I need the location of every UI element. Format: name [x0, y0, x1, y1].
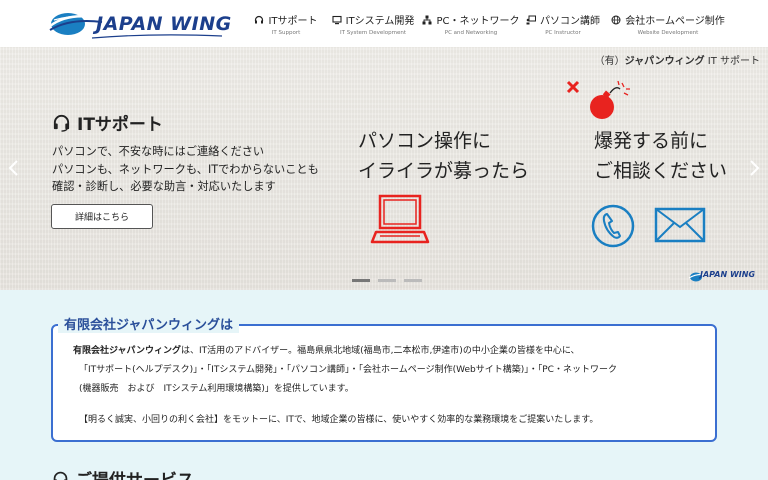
about-line: 【明るく誠実、小回りの利く会社】をモットーに、ITで、地域企業の皆様に、使いやす… [79, 415, 599, 425]
nav-sub: IT System Development [339, 30, 406, 36]
logo-text: JAPAN WING [96, 13, 232, 35]
headline-left: パソコン操作に イライラが募ったら [358, 126, 529, 186]
mini-logo-text: JAPAN WING [700, 270, 756, 279]
nav-item-it-support[interactable]: ITサポート IT Support [248, 12, 324, 42]
detail-button[interactable]: 詳細はこちら [51, 204, 153, 229]
headline-right: 爆発する前に ご相談ください [594, 126, 727, 186]
slider-dot[interactable] [378, 279, 396, 282]
headline-line: イライラが募ったら [358, 160, 530, 182]
laptop-icon [370, 194, 430, 244]
teacher-icon [526, 15, 536, 24]
site-header: JAPAN WING ITサポート IT Support ITシステム開発 IT… [0, 0, 768, 47]
desc-line: パソコンも、ネットワークも、ITでわからないことも [52, 162, 319, 176]
nav-sub: PC Instructor [545, 30, 581, 36]
services-heading: ご提供サービス [52, 466, 194, 480]
about-line: (機器販売 および ITシステム利用環境構築)」を提供しています。 [79, 384, 354, 394]
bomb-icon [566, 80, 630, 119]
slider-dot[interactable] [404, 279, 422, 282]
nav-item-pc-instructor[interactable]: パソコン講師 PC Instructor [520, 12, 606, 42]
about-line-rest: は、IT活用のアドバイザー。福島県県北地域(福島市,二本松市,伊達市)の中小企業… [181, 346, 580, 356]
nav-label: ITシステム開発 [345, 16, 415, 27]
globe-icon [611, 15, 621, 24]
headset-icon [53, 471, 68, 480]
about-line: 「ITサポート(ヘルプデスク)」・「ITシステム開発」・「パソコン講師」・「会社… [79, 365, 617, 375]
nav-sub: IT Support [271, 30, 301, 36]
logo-underline [92, 34, 222, 39]
nav-item-pc-network[interactable]: PC・ネットワーク PC and Networking [422, 12, 520, 42]
nav-item-it-system[interactable]: ITシステム開発 IT System Development [324, 12, 422, 42]
main-nav: ITサポート IT Support ITシステム開発 IT System Dev… [248, 12, 730, 42]
nav-sub: PC and Networking [444, 30, 498, 36]
breadcrumb-prefix: （有） [594, 56, 625, 67]
envelope-icon [654, 207, 706, 243]
network-icon [422, 15, 432, 24]
headline-line: 爆発する前に [594, 130, 709, 152]
about-line: 有限会社ジャパンウィングは、IT活用のアドバイザー。福島県県北地域(福島市,二本… [73, 342, 580, 361]
slider-prev-arrow[interactable] [6, 159, 20, 177]
nav-label: 会社ホームページ制作 [625, 16, 725, 27]
nav-item-website[interactable]: 会社ホームページ制作 Website Development [606, 12, 730, 42]
slide-title: ITサポート [52, 110, 163, 135]
site-logo[interactable]: JAPAN WING [44, 6, 231, 40]
headline-line: ご相談ください [594, 160, 728, 182]
nav-label: PC・ネットワーク [436, 16, 520, 27]
nav-label: パソコン講師 [540, 16, 600, 27]
services-title: ご提供サービス [75, 466, 194, 480]
hero-slider: （有）ジャパンウィング IT サポート ITサポート パソコンで、不安な時にはご… [0, 47, 768, 290]
monitor-icon [332, 15, 342, 24]
headline-line: パソコン操作に [358, 130, 492, 152]
slider-dot[interactable] [352, 279, 370, 282]
slider-next-arrow[interactable] [748, 159, 762, 177]
headset-icon [255, 15, 264, 23]
breadcrumb: （有）ジャパンウィング IT サポート [595, 52, 760, 67]
desc-line: 確認・診断し、必要な助言・対応いたします [52, 180, 276, 193]
about-bold-lead: 有限会社ジャパンウィング [73, 346, 182, 356]
phone-icon [591, 204, 635, 248]
headset-icon [53, 114, 70, 132]
about-title: 有限会社ジャパンウィングは [58, 314, 240, 333]
nav-sub: Website Development [637, 30, 699, 36]
slide-description: パソコンで、不安な時にはご連絡ください パソコンも、ネットワークも、ITでわから… [52, 143, 319, 196]
about-section: 有限会社ジャパンウィングは 有限会社ジャパンウィングは、IT活用のアドバイザー。… [0, 290, 768, 480]
breadcrumb-company[interactable]: ジャパンウィング [625, 56, 705, 67]
slide-title-text: ITサポート [77, 115, 163, 135]
breadcrumb-current: IT サポート [704, 56, 760, 67]
desc-line: パソコンで、不安な時にはご連絡ください [52, 145, 265, 158]
slider-pagination [352, 279, 422, 282]
nav-label: ITサポート [268, 16, 318, 27]
